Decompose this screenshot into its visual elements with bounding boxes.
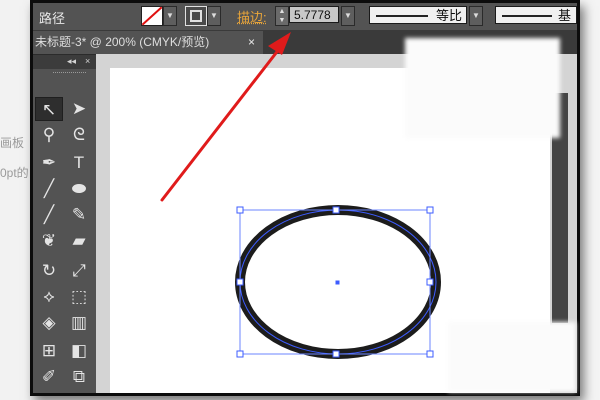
selected-ellipse[interactable] — [228, 200, 448, 365]
tools-panel-header: ◂◂ × — [33, 55, 96, 69]
stroke-swatch[interactable] — [185, 6, 207, 26]
obscured-region — [405, 38, 560, 138]
graph-tool-icon[interactable]: ▥ — [65, 311, 93, 335]
handle-right — [426, 278, 434, 286]
handle-left — [236, 278, 244, 286]
chevron-down-icon[interactable]: ▼ — [163, 6, 177, 26]
background-text: 0pt的 — [0, 166, 29, 180]
variable-width-profile-select[interactable]: 等比 — [369, 6, 467, 24]
brush-definition-select[interactable]: 基 — [495, 6, 577, 24]
pencil-tool-icon[interactable]: ✎ — [65, 203, 93, 227]
stroke-label[interactable]: 描边: — [237, 7, 267, 26]
type-tool-icon[interactable]: T — [65, 151, 93, 175]
chevron-down-icon[interactable]: ▼ — [341, 6, 355, 26]
control-bar: 路径 ▼ ▼ 描边: ▲ ▼ 5.7778 ▼ 等比 ▼ 基 — [33, 3, 577, 31]
tools-panel: ◂◂ × ↖ ➤ ⚲ ᘓ ✒ T ╱ ⬬ ╱ ✎ ❦ ▰ ↻ ⤢ ⟡ ⬚ ◈ ▥… — [33, 55, 96, 393]
gradient-tool-icon[interactable]: ◧ — [65, 339, 93, 363]
selection-tool-icon[interactable]: ↖ — [35, 97, 63, 121]
pen-tool-icon[interactable]: ✒ — [35, 151, 63, 175]
outer-background — [0, 0, 30, 400]
profile-label: 等比 — [436, 8, 463, 23]
lasso-tool-icon[interactable]: ᘓ — [65, 123, 93, 147]
stroke-weight-input[interactable]: 5.7778 — [289, 6, 339, 23]
profile-line-icon — [376, 15, 428, 17]
line-tool-icon[interactable]: ╱ — [35, 177, 63, 201]
handle-top-left — [236, 206, 244, 214]
handle-top — [332, 206, 340, 214]
chevron-down-icon[interactable]: ▼ — [207, 6, 221, 26]
selection-type-label: 路径 — [39, 11, 66, 26]
blend-tool-icon[interactable]: ⧉ — [65, 365, 93, 389]
mesh-tool-icon[interactable]: ⊞ — [35, 339, 63, 363]
chevron-down-icon[interactable]: ▼ — [469, 6, 483, 26]
blob-brush-tool-icon[interactable]: ❦ — [35, 229, 63, 253]
document-tab-title: 未标题-3* @ 200% (CMYK/预览) — [35, 35, 210, 49]
panel-grip[interactable] — [53, 72, 86, 79]
handle-bottom-left — [236, 350, 244, 358]
handle-bottom-right — [426, 350, 434, 358]
handle-bottom — [332, 350, 340, 358]
eyedropper-tool-icon[interactable]: ✐ — [35, 365, 63, 389]
rotate-tool-icon[interactable]: ↻ — [35, 259, 63, 283]
paintbrush-tool-icon[interactable]: ╱ — [35, 203, 63, 227]
brush-label: 基 — [558, 8, 572, 23]
center-point — [335, 280, 340, 285]
scale-tool-icon[interactable]: ⤢ — [65, 259, 93, 283]
stroke-weight-stepper[interactable]: ▲ ▼ — [275, 6, 289, 26]
magic-wand-tool-icon[interactable]: ⚲ — [35, 123, 63, 147]
document-tab[interactable]: 未标题-3* @ 200% (CMYK/预览) × — [33, 31, 263, 54]
direct-selection-tool-icon[interactable]: ➤ — [65, 97, 93, 121]
fill-swatch[interactable] — [141, 6, 163, 26]
background-text: 画板 — [0, 136, 25, 150]
handle-top-right — [426, 206, 434, 214]
free-transform-tool-icon[interactable]: ⬚ — [65, 285, 93, 309]
close-icon[interactable]: × — [248, 31, 255, 54]
eraser-tool-icon[interactable]: ▰ — [65, 229, 93, 253]
width-tool-icon[interactable]: ⟡ — [35, 285, 63, 309]
obscured-region — [448, 322, 576, 392]
brush-line-icon — [502, 15, 552, 17]
shape-builder-tool-icon[interactable]: ◈ — [35, 311, 63, 335]
ellipse-tool-icon[interactable]: ⬬ — [65, 177, 93, 201]
collapse-icon[interactable]: ◂◂ — [67, 56, 76, 67]
close-icon[interactable]: × — [85, 56, 90, 66]
